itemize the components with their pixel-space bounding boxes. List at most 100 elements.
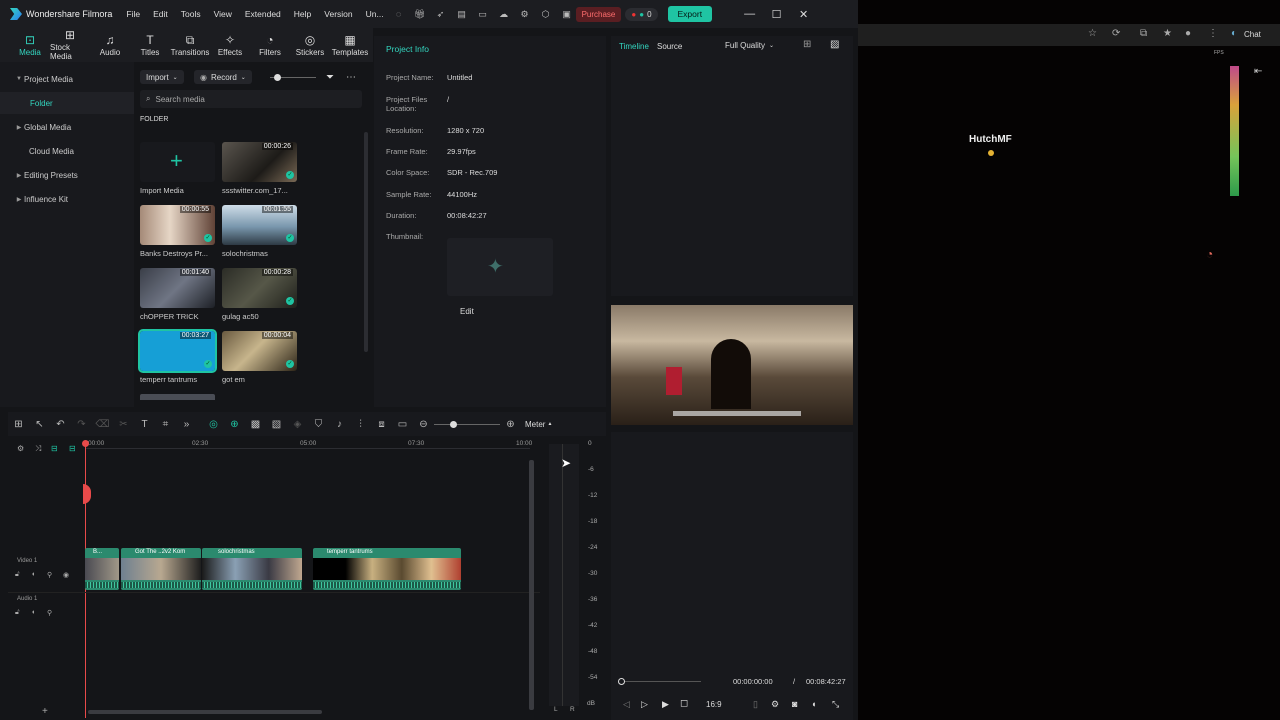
snap-icon[interactable]: ⊕ [224,419,245,430]
menu-file[interactable]: File [126,9,140,19]
timeline-zoom-slider[interactable] [434,420,500,428]
copilot-icon[interactable]: ◐ [1231,28,1237,39]
avatar-icon[interactable]: ● [1185,28,1191,39]
speed-icon[interactable]: ◈ [287,419,308,430]
timeline-clip[interactable]: solochristmas [202,548,302,590]
replace-icon[interactable]: ⧈ [371,419,392,430]
mic-icon[interactable]: ♪ [329,419,350,430]
import-dropdown[interactable]: Import ⌄ [140,70,184,84]
media-item-thumb[interactable]: 00:00:28 ✓ [222,268,297,308]
add-track-button-icon[interactable]: + [42,706,48,717]
cloud-icon[interactable]: ☁ [497,7,511,21]
tool-stock-media[interactable]: ⊞ Stock Media [50,28,90,62]
import-media-tile[interactable]: + [140,142,215,182]
clip-icon[interactable]: ▩ [245,419,266,430]
timeline-clip[interactable]: Got The ..2v2 Kom [121,548,201,590]
meter-dropdown[interactable]: Meter ▲ [525,420,552,429]
timeline-clip[interactable]: B... [85,548,119,590]
tool-audio[interactable]: ♫ Audio [90,28,130,62]
menu-extended[interactable]: Extended [245,9,281,19]
zoom-slider[interactable] [270,70,316,84]
video-preview[interactable] [611,305,853,425]
puzzle-icon[interactable]: ⧉ [1140,28,1147,39]
marker-icon[interactable]: ⛉ [308,419,329,430]
redo-icon[interactable]: ↷ [71,419,92,430]
snapshot-icon[interactable]: ▨ [830,39,839,50]
mute-icon[interactable]: ◖ [31,609,35,616]
send-icon[interactable]: ➶ [434,7,448,21]
stop-icon[interactable]: ◻ [680,698,688,709]
tool-titles[interactable]: T Titles [130,28,170,62]
extension-icon[interactable]: ⟳ [1112,28,1120,39]
gift-icon[interactable]: 🎁︎ [413,7,427,21]
mute-icon[interactable]: ◖ [31,571,35,578]
sidebar-item-folder[interactable]: Folder [0,92,134,114]
tab-source[interactable]: Source [657,42,682,51]
more-menu-icon[interactable]: ⋮ [1208,28,1218,39]
maximize-icon[interactable]: ☐ [763,8,790,21]
filter-icon[interactable]: ⏷ [326,70,334,84]
delete-icon[interactable]: ⌫ [92,419,113,430]
tool-transitions[interactable]: ⧉ Transitions [170,28,210,62]
tool-filters[interactable]: ◔ Filters [250,28,290,62]
timeline-clip[interactable]: temperr tantrums [313,548,461,590]
settings-icon[interactable]: ⚙ [518,7,532,21]
zoom-out-icon[interactable]: ⊖ [413,419,434,430]
more-icon[interactable]: ⋯ [346,70,356,84]
close-icon[interactable]: ✕ [790,8,817,21]
cut-icon[interactable]: ✂ [113,419,134,430]
tool-templates[interactable]: ▦ Templates [330,28,370,62]
save-icon[interactable]: ▭ [476,7,490,21]
sidebar-item-editing-presets[interactable]: ▶ Editing Presets [0,164,134,186]
audio-link-icon[interactable]: ⚲ [47,609,52,617]
media-scrollbar[interactable] [364,132,368,352]
tool-stickers[interactable]: ◎ Stickers [290,28,330,62]
render-icon[interactable]: ⚙ [771,699,779,710]
media-item-thumb[interactable] [140,394,215,400]
snapshot-camera-icon[interactable]: ◙ [792,699,797,709]
purchase-button[interactable]: Purchase [575,6,622,22]
magnet-icon[interactable]: ⊟ [51,444,58,453]
collapse-icon[interactable]: ⇤ [1254,66,1262,77]
sidebar-item-influence-kit[interactable]: ▶ Influence Kit [0,188,134,210]
search-media-input[interactable]: ⌕ Search media [140,90,362,108]
track-icon[interactable]: ▭ [392,419,413,430]
tool-media[interactable]: ⊡ Media [10,28,50,62]
lock-icon[interactable]: 🔓︎ [15,571,20,579]
sidebar-item-project-media[interactable]: ▼ Project Media [0,68,134,90]
zoom-in-icon[interactable]: ⊕ [500,419,521,430]
media-item-thumb[interactable]: 00:01:40 [140,268,215,308]
media-item-thumb-selected[interactable]: 00:03:27 ✓ [138,329,217,373]
eye-icon[interactable]: ◉ [63,571,69,579]
edit-thumbnail-button[interactable]: Edit [460,307,474,316]
split-icon[interactable]: ▧ [266,419,287,430]
lock-icon[interactable]: 🔓︎ [15,609,20,617]
tab-timeline[interactable]: Timeline [619,42,649,51]
menu-help[interactable]: Help [294,9,311,19]
audio-link-icon[interactable]: ⚲ [47,571,52,579]
aspect-ratio-dropdown[interactable]: 16:9 [706,700,722,709]
menu-view[interactable]: View [214,9,232,19]
step-play-icon[interactable]: ▷ [641,699,648,710]
shield-icon[interactable]: ⬡ [539,7,553,21]
volume-icon[interactable]: ◖ [811,699,816,709]
profile-star-icon[interactable]: ★ [1163,28,1172,39]
expand-icon[interactable]: ⤡ [832,699,839,710]
fullscreen-dim-icon[interactable]: ▯ [753,699,758,710]
sidebar-item-cloud-media[interactable]: Cloud Media [0,140,134,162]
menu-tools[interactable]: Tools [181,9,201,19]
play-icon[interactable]: ▶ [662,699,669,710]
playback-scrubber[interactable] [618,678,701,685]
timeline-h-scrollbar[interactable] [88,710,322,714]
prev-frame-icon[interactable]: ◁ [623,699,630,710]
timeline-ruler[interactable] [85,448,530,449]
media-item-thumb[interactable]: 00:00:55 ✓ [140,205,215,245]
undo-icon[interactable]: ↶ [50,419,71,430]
media-item-thumb[interactable]: 00:00:04 ✓ [222,331,297,371]
ai-tool-icon[interactable]: ◎ [203,419,224,430]
minimize-icon[interactable]: — [736,8,763,20]
layout-grid-icon[interactable]: ⊞ [8,419,29,430]
record-dropdown[interactable]: ◉ Record ⌄ [194,70,252,84]
timeline-v-scrollbar[interactable] [529,460,534,710]
playhead-marker[interactable] [83,484,91,504]
